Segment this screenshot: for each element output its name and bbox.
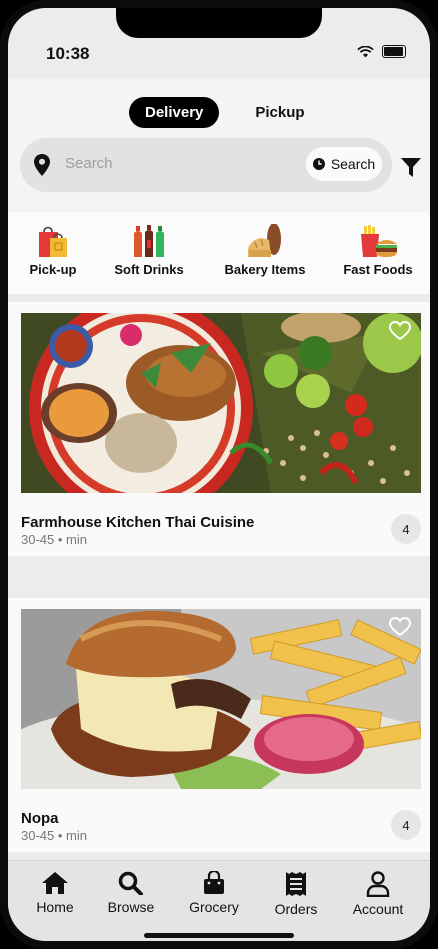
category-label: Fast Foods bbox=[343, 262, 413, 277]
clock-icon bbox=[312, 158, 325, 170]
restaurant-photo[interactable] bbox=[21, 313, 421, 493]
tab-label: Grocery bbox=[189, 899, 239, 915]
home-indicator[interactable] bbox=[144, 933, 294, 938]
tab-grocery[interactable]: Grocery bbox=[174, 871, 254, 915]
filter-icon[interactable] bbox=[401, 158, 421, 178]
tab-account[interactable]: Account bbox=[338, 871, 418, 917]
tab-label: Account bbox=[352, 901, 404, 917]
delivery-tab[interactable]: Delivery bbox=[129, 97, 220, 128]
thai-food-image bbox=[21, 313, 421, 493]
delivery-time: 30-45 • min bbox=[21, 828, 87, 843]
burger-image bbox=[21, 609, 421, 789]
status-bar: 10:38 bbox=[8, 8, 430, 64]
battery-icon bbox=[382, 45, 406, 58]
soda-bottles-icon bbox=[134, 225, 164, 257]
receipt-icon bbox=[286, 872, 306, 896]
rating-badge: 4 bbox=[391, 514, 421, 544]
category-pick-up[interactable]: Pick-up bbox=[26, 224, 80, 277]
tab-label: Home bbox=[36, 899, 74, 915]
tab-label: Orders bbox=[274, 901, 318, 917]
favorite-heart-icon[interactable] bbox=[389, 321, 411, 341]
search-button-label: Search bbox=[330, 156, 376, 172]
shopping-bag-icon bbox=[204, 871, 224, 894]
category-fast-foods[interactable]: Fast Foods bbox=[338, 224, 418, 277]
restaurant-name: Nopa bbox=[21, 810, 59, 827]
bread-icon bbox=[248, 224, 281, 257]
wifi-icon bbox=[357, 45, 374, 57]
search-input[interactable]: Search bbox=[65, 155, 113, 172]
category-label: Pick-up bbox=[29, 262, 77, 277]
tab-label: Browse bbox=[107, 899, 155, 915]
bottom-tab-bar: Home Browse Grocery Orders Account bbox=[8, 860, 430, 941]
person-icon bbox=[366, 871, 390, 897]
burger-fries-icon bbox=[361, 225, 397, 257]
restaurant-photo[interactable] bbox=[21, 609, 421, 789]
location-pin-icon[interactable] bbox=[34, 154, 50, 176]
app-screen: 10:38 Delivery Pickup Search Search Pick… bbox=[8, 8, 430, 941]
search-bar[interactable]: Search Search bbox=[20, 138, 392, 192]
device-frame: 10:38 Delivery Pickup Search Search Pick… bbox=[0, 0, 438, 949]
favorite-heart-icon[interactable] bbox=[389, 617, 411, 637]
tab-home[interactable]: Home bbox=[15, 871, 95, 915]
category-strip: Pick-up Soft Drinks Bakery Items Fast Fo… bbox=[8, 212, 430, 294]
category-label: Bakery Items bbox=[224, 262, 306, 277]
tab-browse[interactable]: Browse bbox=[91, 871, 171, 915]
restaurant-card[interactable]: Nopa 30-45 • min 4 bbox=[8, 598, 430, 852]
delivery-time: 30-45 • min bbox=[21, 532, 87, 547]
shopping-bags-icon bbox=[39, 226, 67, 257]
category-soft-drinks[interactable]: Soft Drinks bbox=[108, 224, 190, 277]
magnifier-icon bbox=[118, 871, 143, 895]
tab-orders[interactable]: Orders bbox=[256, 871, 336, 917]
mode-toggle: Delivery Pickup bbox=[129, 97, 321, 128]
pickup-tab[interactable]: Pickup bbox=[239, 97, 320, 128]
restaurant-card[interactable]: Farmhouse Kitchen Thai Cuisine 30-45 • m… bbox=[8, 302, 430, 556]
status-time: 10:38 bbox=[46, 44, 90, 63]
home-icon bbox=[42, 872, 68, 894]
header-panel: Delivery Pickup Search Search bbox=[8, 78, 430, 212]
category-bakery-items[interactable]: Bakery Items bbox=[218, 224, 312, 277]
rating-badge: 4 bbox=[391, 810, 421, 840]
restaurant-name: Farmhouse Kitchen Thai Cuisine bbox=[21, 514, 255, 531]
search-button[interactable]: Search bbox=[306, 147, 382, 181]
category-label: Soft Drinks bbox=[114, 262, 184, 277]
